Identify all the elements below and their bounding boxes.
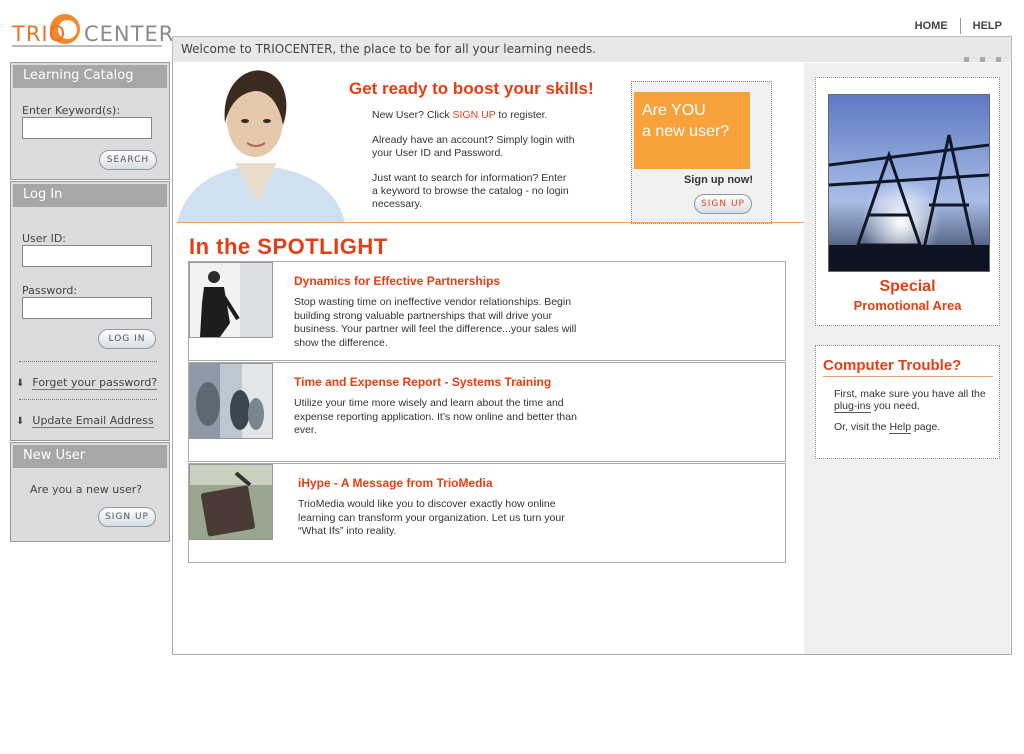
promo-box[interactable]: Special Promotional Area <box>815 77 1000 326</box>
hero-title: Get ready to boost your skills! <box>349 79 594 98</box>
trouble-help-pre: Or, visit the <box>834 421 890 433</box>
trouble-help-post: page. <box>911 421 941 433</box>
keyword-input[interactable] <box>22 117 152 139</box>
divider <box>19 361 157 362</box>
computer-trouble-title: Computer Trouble? <box>823 357 962 374</box>
spotlight-item-body: Stop wasting time on ineffective vendor … <box>294 296 577 349</box>
hero-para-search: Just want to search for information? Ent… <box>372 172 569 210</box>
hero-signup-link[interactable]: SIGN UP <box>453 109 496 121</box>
login-panel-title: Log In <box>13 184 167 207</box>
top-nav: HOME HELP <box>903 18 1002 34</box>
update-email-link[interactable]: ⬇ Update Email Address <box>16 414 154 428</box>
nav-home-link[interactable]: HOME <box>903 20 960 32</box>
trouble-help-text: Or, visit the Help page. <box>834 421 994 434</box>
spotlight-item-body: TrioMedia would like you to discover exa… <box>298 498 565 537</box>
keyword-label: Enter Keyword(s): <box>22 104 121 117</box>
forgot-password-text: Forget your password? <box>32 376 158 390</box>
logo-text-left: TRIO <box>12 22 67 46</box>
forgot-password-link[interactable]: ⬇ Forget your password? <box>16 376 158 390</box>
promo-image-power-lines <box>828 94 990 272</box>
arrow-down-icon: ⬇ <box>16 378 25 389</box>
trouble-plugins-post: you need. <box>870 400 920 412</box>
welcome-text: Welcome to TRIOCENTER, the place to be f… <box>181 42 597 56</box>
spotlight-item-title[interactable]: Time and Expense Report - Systems Traini… <box>294 375 551 389</box>
userid-label: User ID: <box>22 232 66 245</box>
nav-help-link[interactable]: HELP <box>961 20 1002 32</box>
userid-field[interactable] <box>22 245 152 267</box>
new-user-panel-title: New User <box>13 445 167 468</box>
hero-para-signup-pre: New User? Click <box>372 109 453 121</box>
hero-divider <box>177 222 804 223</box>
hero-photo <box>177 63 345 223</box>
spotlight-item-title[interactable]: Dynamics for Effective Partnerships <box>294 274 500 288</box>
promo-area-text: Promotional Area <box>853 298 962 313</box>
logo-text-right: CENTER <box>84 22 175 46</box>
spotlight-card[interactable]: Dynamics for Effective Partnerships Stop… <box>188 261 786 361</box>
logo[interactable]: TRIO CENTER <box>12 14 173 54</box>
hero-signup-button[interactable]: SIGN UP <box>694 194 752 214</box>
arrow-down-icon: ⬇ <box>16 416 25 427</box>
catalog-panel: Learning Catalog Enter Keyword(s): SEARC… <box>10 62 170 180</box>
update-email-text: Update Email Address <box>32 414 154 428</box>
are-you-line1: Are YOU <box>642 102 706 119</box>
spotlight-image-businesswoman <box>189 262 273 338</box>
hero-para-signup-post: to register. <box>495 109 548 121</box>
spotlight-item-title[interactable]: iHype - A Message from TrioMedia <box>298 476 493 490</box>
welcome-bar: Welcome to TRIOCENTER, the place to be f… <box>172 36 1012 63</box>
new-user-promo-box: Are YOU a new user? Sign up now! SIGN UP <box>631 81 772 224</box>
spotlight-image-people <box>189 363 273 439</box>
logo-underline <box>12 45 162 47</box>
login-panel: Log In User ID: Password: LOG IN ⬇ Forget… <box>10 181 170 441</box>
password-field[interactable] <box>22 297 152 319</box>
plugins-link[interactable]: plug-ins <box>834 400 871 413</box>
computer-trouble-box: Computer Trouble? First, make sure you h… <box>815 345 1000 459</box>
spotlight-item-body: Utilize your time more wisely and learn … <box>294 397 577 436</box>
spotlight-card[interactable]: iHype - A Message from TrioMedia TrioMed… <box>188 463 786 563</box>
catalog-panel-title: Learning Catalog <box>13 65 167 88</box>
are-you-banner[interactable]: Are YOU a new user? <box>634 92 750 169</box>
trouble-plugins-pre: First, make sure you have all the <box>834 388 986 400</box>
new-user-panel: New User Are you a new user? SIGN UP <box>10 442 170 542</box>
search-button[interactable]: SEARCH <box>99 150 157 170</box>
signup-now-text: Sign up now! <box>683 174 753 186</box>
divider <box>19 399 157 400</box>
hero-para-signup: New User? Click SIGN UP to register. <box>372 109 612 122</box>
trouble-divider <box>823 376 993 377</box>
help-page-link[interactable]: Help <box>889 421 912 434</box>
spotlight-card[interactable]: Time and Expense Report - Systems Traini… <box>188 362 786 462</box>
promo-special-text: Special <box>879 278 936 295</box>
hero-para-login: Already have an account? Simply login wi… <box>372 134 575 159</box>
spotlight-title: In the SPOTLIGHT <box>189 234 388 259</box>
trouble-plugins-text: First, make sure you have all the plug-i… <box>834 388 994 413</box>
sidebar-signup-button[interactable]: SIGN UP <box>98 507 156 527</box>
login-button[interactable]: LOG IN <box>98 329 156 349</box>
new-user-question: Are you a new user? <box>30 483 143 496</box>
are-you-line2: a new user? <box>642 123 730 140</box>
password-label: Password: <box>22 284 78 297</box>
spotlight-image-briefcase <box>189 464 273 540</box>
